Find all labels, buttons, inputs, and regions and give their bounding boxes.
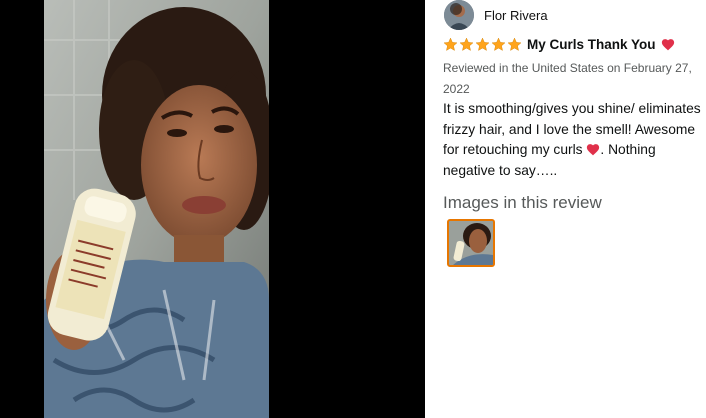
review-title-row: My Curls Thank You (443, 37, 675, 52)
review-date: Reviewed in the United States on Februar… (443, 61, 692, 96)
star-icon (507, 37, 522, 51)
star-icon (443, 37, 458, 51)
review-body-text: It is smoothing/gives you shine/ elimina… (443, 101, 701, 157)
star-rating (443, 37, 522, 52)
star-icon (491, 37, 506, 51)
review-image-thumbnail[interactable] (447, 219, 495, 267)
reviewer-name[interactable]: Flor Rivera (484, 8, 548, 23)
avatar[interactable] (444, 0, 474, 30)
heart-icon (661, 39, 674, 51)
star-icon (459, 37, 474, 51)
review-title[interactable]: My Curls Thank You (527, 37, 656, 52)
review-body: It is smoothing/gives you shine/ elimina… (443, 99, 706, 181)
review-panel: Flor Rivera My Curls Thank You Reviewed … (425, 0, 706, 418)
image-viewer (0, 0, 425, 418)
reviewer-profile[interactable]: Flor Rivera (444, 0, 548, 30)
star-icon (475, 37, 490, 51)
images-heading: Images in this review (443, 193, 602, 212)
review-photo[interactable] (44, 0, 269, 418)
heart-icon (587, 144, 600, 156)
